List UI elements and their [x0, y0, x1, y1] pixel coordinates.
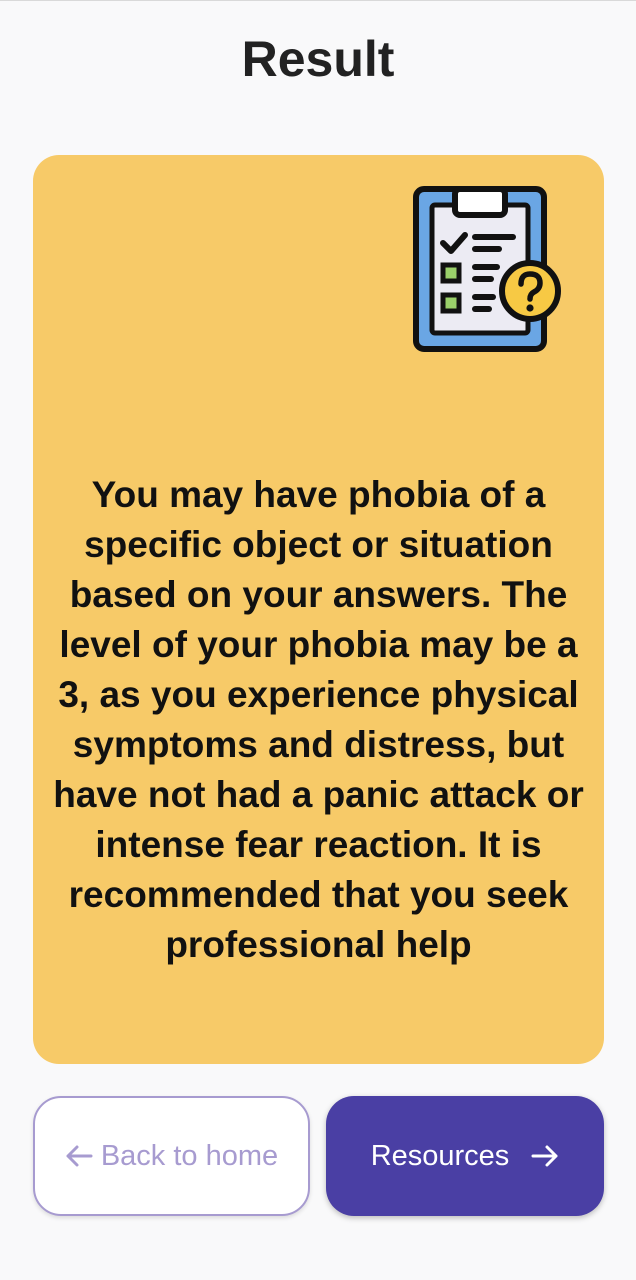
status-divider — [0, 0, 636, 1]
clipboard-checklist-question-icon — [413, 186, 561, 352]
page-title: Result — [241, 31, 395, 87]
arrow-left-icon — [66, 1145, 93, 1167]
back-to-home-label: Back to home — [100, 1139, 279, 1172]
result-description: You may have phobia of a specific object… — [53, 474, 584, 965]
back-to-home-button[interactable]: Back to home — [33, 1096, 310, 1216]
resources-button[interactable]: Resources — [326, 1096, 604, 1216]
arrow-right-icon — [531, 1145, 558, 1167]
resources-label: Resources — [370, 1139, 510, 1172]
result-card[interactable]: You may have phobia of a specific object… — [33, 155, 604, 1064]
